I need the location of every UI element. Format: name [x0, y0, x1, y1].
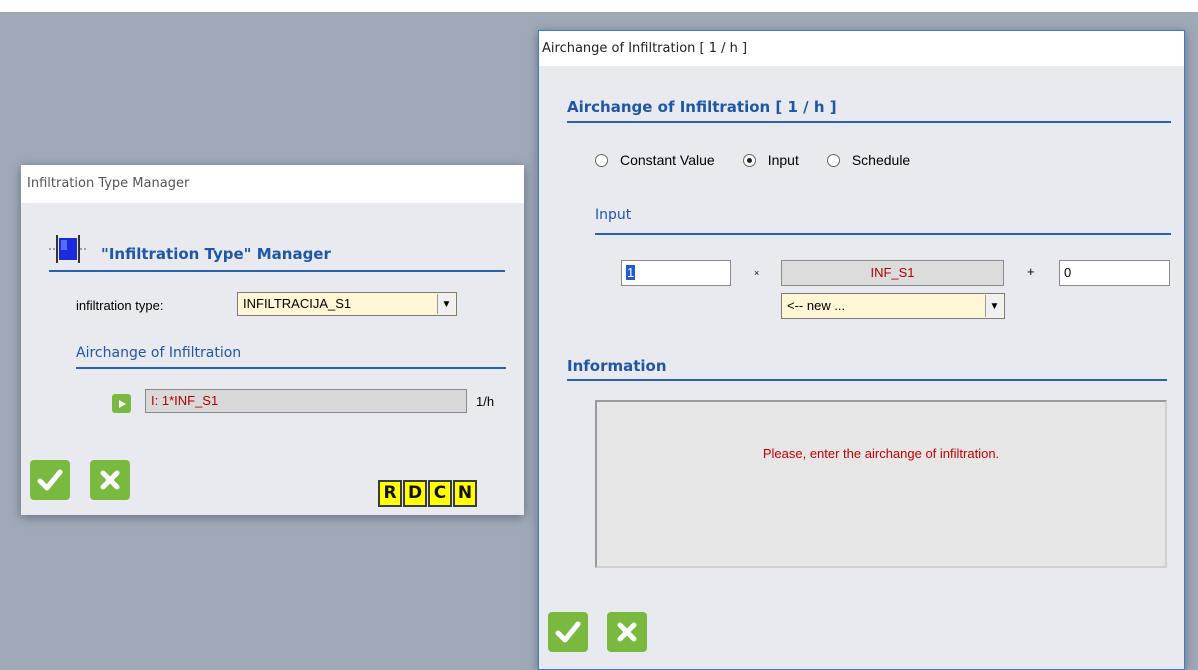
input-select[interactable]: <-- new ... ▼ — [781, 293, 1005, 319]
radio-schedule[interactable]: Schedule — [826, 152, 911, 168]
radio-label: Input — [767, 152, 799, 168]
airchange-header: Airchange of Infiltration [ 1 / h ] — [567, 98, 837, 116]
ok-button[interactable] — [30, 460, 70, 500]
window-title: Infiltration Type Manager — [21, 165, 524, 203]
close-icon — [617, 622, 637, 642]
input-divider — [595, 233, 1171, 235]
d-button[interactable]: D — [403, 480, 427, 507]
information-box: Please, enter the airchange of infiltrat… — [595, 400, 1167, 568]
window-title: Airchange of Infiltration [ 1 / h ] — [539, 31, 1184, 66]
unit-label: 1/h — [476, 394, 495, 409]
cancel-button[interactable] — [607, 612, 647, 652]
checkmark-icon — [555, 621, 581, 643]
radio-label: Schedule — [851, 152, 911, 168]
plus-sign: + — [1027, 264, 1035, 279]
radio-dot[interactable] — [595, 153, 608, 167]
infiltration-type-select[interactable]: INFILTRACIJA_S1 ▼ — [237, 292, 457, 316]
top-strip — [0, 0, 1198, 12]
r-button[interactable]: R — [378, 480, 402, 507]
radio-label: Constant Value — [620, 152, 715, 168]
ok-button[interactable] — [548, 612, 588, 652]
close-icon — [100, 470, 120, 490]
information-divider — [567, 379, 1167, 381]
radio-dot-selected[interactable] — [742, 153, 756, 167]
multiplier-input[interactable]: 1 — [621, 260, 731, 286]
input-name: INF_S1 — [870, 265, 915, 280]
radio-constant-value[interactable]: Constant Value — [595, 152, 715, 168]
radio-input[interactable]: Input — [742, 152, 799, 168]
airchange-section-title: Airchange of Infiltration — [76, 345, 242, 361]
multiplier-value: 1 — [626, 265, 636, 280]
information-message: Please, enter the airchange of infiltrat… — [762, 446, 1000, 461]
open-input-button[interactable] — [112, 394, 131, 413]
airchange-expression: I: 1*INF_S1 — [151, 393, 219, 408]
input-name-field[interactable]: INF_S1 — [781, 260, 1004, 286]
infiltration-type-value: INFILTRACIJA_S1 — [243, 296, 352, 311]
value-source-radio-group: Constant Value Input Schedule — [595, 152, 938, 168]
infiltration-type-manager-window: Infiltration Type Manager "Infiltration … — [21, 165, 524, 515]
c-button[interactable]: C — [428, 480, 452, 507]
n-button[interactable]: N — [453, 480, 477, 507]
information-header: Information — [567, 357, 667, 375]
input-select-value: <-- new ... — [787, 298, 846, 313]
airchange-expression-field[interactable]: I: 1*INF_S1 — [145, 389, 467, 413]
offset-value: 0 — [1064, 265, 1072, 280]
manager-header: "Infiltration Type" Manager — [101, 245, 331, 263]
radio-dot[interactable] — [826, 153, 840, 167]
section-divider — [76, 367, 506, 369]
chevron-down-icon[interactable]: ▼ — [985, 295, 1003, 317]
chevron-down-icon[interactable]: ▼ — [437, 294, 455, 314]
checkmark-icon — [37, 469, 63, 491]
offset-input[interactable]: 0 — [1059, 260, 1170, 286]
airchange-of-infiltration-window: Airchange of Infiltration [ 1 / h ] Airc… — [538, 30, 1185, 670]
header-divider — [567, 121, 1171, 123]
infiltration-type-label: infiltration type: — [76, 298, 164, 313]
header-divider — [49, 270, 505, 272]
times-sign: × — [754, 268, 760, 278]
play-icon — [118, 399, 126, 408]
cancel-button[interactable] — [90, 460, 130, 500]
manager-icon — [49, 235, 87, 263]
input-section-title: Input — [595, 207, 632, 223]
